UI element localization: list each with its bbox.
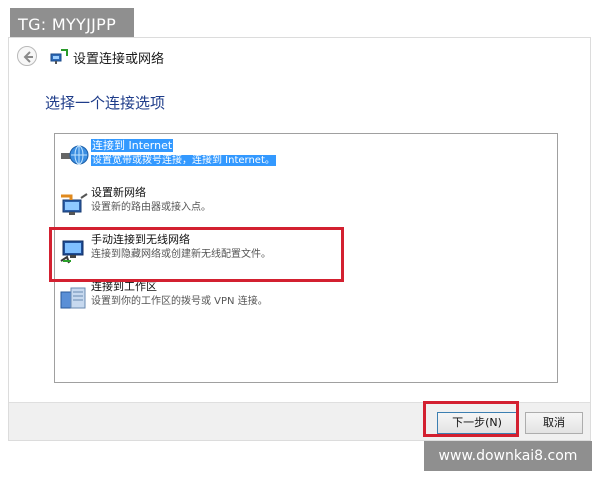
option-desc: 设置新的路由器或接入点。 [91, 202, 211, 213]
connection-dialog: 设置连接或网络 选择一个连接选项 连接到 Internet 设置宽带或拨号连接，… [8, 37, 591, 441]
dialog-footer: 下一步(N) 取消 [9, 402, 590, 440]
workplace-icon [57, 280, 91, 314]
watermark: www.downkai8.com [424, 441, 592, 471]
option-connect-internet[interactable]: 连接到 Internet 设置宽带或拨号连接，连接到 Internet。 [57, 135, 553, 175]
option-connect-workplace[interactable]: 连接到工作区 设置到你的工作区的拨号或 VPN 连接。 [57, 276, 553, 316]
network-setup-icon [49, 46, 69, 66]
globe-icon [57, 139, 91, 173]
option-setup-new-network[interactable]: 设置新网络 设置新的路由器或接入点。 [57, 182, 553, 222]
back-arrow-icon [23, 51, 33, 63]
option-title: 设置新网络 [91, 186, 146, 199]
option-manual-wireless[interactable]: 手动连接到无线网络 连接到隐藏网络或创建新无线配置文件。 [57, 229, 553, 269]
router-setup-icon [57, 186, 91, 220]
option-title: 连接到工作区 [91, 280, 157, 293]
option-desc: 连接到隐藏网络或创建新无线配置文件。 [91, 249, 271, 260]
connection-options-list: 连接到 Internet 设置宽带或拨号连接，连接到 Internet。 设置新… [54, 133, 558, 383]
option-title: 连接到 Internet [91, 139, 174, 152]
next-button[interactable]: 下一步(N) [437, 412, 517, 434]
option-desc: 设置到你的工作区的拨号或 VPN 连接。 [91, 296, 268, 307]
page-heading: 选择一个连接选项 [45, 94, 166, 112]
wireless-monitor-icon [57, 233, 91, 267]
cancel-button[interactable]: 取消 [525, 412, 583, 434]
back-button[interactable] [17, 46, 37, 66]
window-title: 设置连接或网络 [73, 52, 165, 67]
content-area: 选择一个连接选项 连接到 Internet 设置宽带或拨号连接，连接到 Inte… [17, 82, 583, 402]
option-title: 手动连接到无线网络 [91, 233, 190, 246]
titlebar: 设置连接或网络 [9, 38, 590, 74]
option-desc: 设置宽带或拨号连接，连接到 Internet。 [91, 155, 276, 166]
